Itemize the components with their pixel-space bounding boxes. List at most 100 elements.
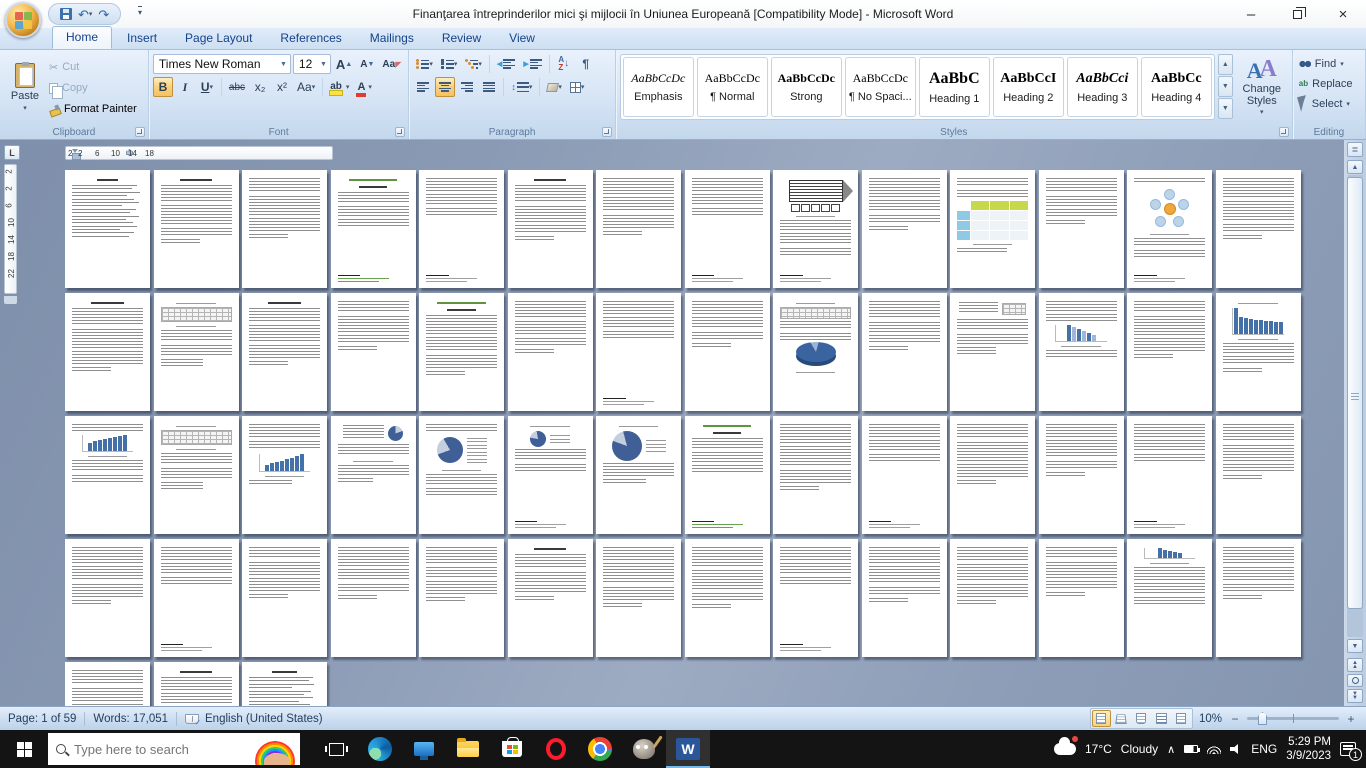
page-thumbnail-38[interactable]: [861, 416, 947, 534]
fullscreen-reading-view-button[interactable]: [1112, 710, 1131, 727]
page-thumbnail-14[interactable]: [1215, 170, 1301, 288]
zoom-level[interactable]: 10%: [1199, 713, 1222, 725]
justify-button[interactable]: [479, 77, 499, 97]
font-name-combo[interactable]: Times New Roman ▼: [152, 54, 291, 74]
clear-formatting-button[interactable]: Aa ◤: [379, 54, 404, 74]
borders-button[interactable]: ▾: [567, 77, 588, 97]
italic-button[interactable]: I: [175, 77, 195, 97]
page-thumbnail-57[interactable]: [65, 662, 150, 706]
taskbar-opera[interactable]: [534, 730, 578, 768]
style-strong[interactable]: AaBbCcDc Strong: [770, 57, 842, 117]
paragraph-dialog-launcher[interactable]: [601, 127, 612, 137]
style-emphasis[interactable]: AaBbCcDc Emphasis: [622, 57, 694, 117]
vertical-ruler[interactable]: 2 2 6 10 14 18 22: [4, 164, 17, 294]
cut-button[interactable]: ✂ Cut: [46, 58, 140, 76]
taskbar-search[interactable]: [48, 733, 300, 765]
page-thumbnail-2[interactable]: [153, 170, 239, 288]
strikethrough-button[interactable]: abc: [226, 77, 248, 97]
page-thumbnail-47[interactable]: [419, 539, 504, 657]
align-center-button[interactable]: [435, 77, 456, 97]
wifi-icon[interactable]: [1207, 744, 1222, 754]
redo-button[interactable]: ↷: [97, 7, 110, 22]
styles-dialog-launcher[interactable]: [1278, 127, 1289, 137]
page-indicator[interactable]: Page: 1 of 59: [8, 713, 76, 725]
page-thumbnail-19[interactable]: [419, 293, 504, 411]
page-thumbnail-9[interactable]: [773, 170, 858, 288]
page-thumbnail-35[interactable]: [596, 416, 681, 534]
page-thumbnail-49[interactable]: [596, 539, 681, 657]
horizontal-ruler[interactable]: 2 2 6 10 14 18: [65, 146, 333, 160]
tab-view[interactable]: View: [496, 28, 548, 49]
next-page-button[interactable]: ▼ ▼: [1347, 689, 1363, 703]
decrease-indent-button[interactable]: ◀: [494, 54, 518, 74]
taskbar-file-explorer[interactable]: [446, 730, 490, 768]
taskbar-gimp[interactable]: [622, 730, 666, 768]
numbering-button[interactable]: ▾: [438, 54, 461, 74]
replace-button[interactable]: ab Replace: [1297, 75, 1361, 92]
ruler-toggle-button[interactable]: ≣: [1347, 142, 1363, 157]
page-thumbnail-40[interactable]: [1038, 416, 1124, 534]
battery-icon[interactable]: [1184, 745, 1201, 753]
scrollbar-thumb[interactable]: [1347, 177, 1363, 609]
taskbar-chrome[interactable]: [578, 730, 622, 768]
page-thumbnail-44[interactable]: [153, 539, 239, 657]
page-thumbnail-59[interactable]: [242, 662, 327, 706]
styles-more-button[interactable]: ▼: [1217, 98, 1233, 119]
zoom-slider-thumb[interactable]: [1258, 712, 1267, 725]
style--normal[interactable]: AaBbCcDc ¶ Normal: [696, 57, 768, 117]
page-thumbnail-18[interactable]: [330, 293, 416, 411]
outline-view-button[interactable]: [1152, 710, 1171, 727]
language-indicator[interactable]: English (United States): [205, 713, 323, 725]
increase-indent-button[interactable]: ▶: [520, 54, 544, 74]
page-thumbnail-42[interactable]: [1215, 416, 1301, 534]
page-thumbnail-4[interactable]: [330, 170, 416, 288]
page-thumbnail-41[interactable]: [1127, 416, 1212, 534]
shrink-font-button[interactable]: A ▼: [357, 54, 377, 74]
underline-button[interactable]: U ▾: [197, 77, 217, 97]
page-thumbnail-54[interactable]: [1038, 539, 1124, 657]
language-badge[interactable]: ENG: [1251, 742, 1277, 756]
weather-icon[interactable]: [1053, 736, 1078, 755]
page-thumbnail-7[interactable]: [596, 170, 681, 288]
page-thumbnail-27[interactable]: [1127, 293, 1212, 411]
volume-icon[interactable]: [1230, 744, 1242, 754]
sort-button[interactable]: A Z ↓: [554, 54, 574, 74]
print-layout-view-button[interactable]: [1091, 710, 1111, 727]
page-thumbnail-52[interactable]: [861, 539, 947, 657]
shading-button[interactable]: ▾: [544, 77, 565, 97]
styles-scroll-down-button[interactable]: ▼: [1217, 76, 1233, 97]
tab-mailings[interactable]: Mailings: [357, 28, 427, 49]
font-color-button[interactable]: A ▾: [354, 77, 374, 97]
select-button[interactable]: Select ▾: [1297, 95, 1361, 112]
page-thumbnail-39[interactable]: [950, 416, 1035, 534]
page-thumbnail-28[interactable]: [1215, 293, 1301, 411]
page-thumbnail-46[interactable]: [330, 539, 416, 657]
multilevel-list-button[interactable]: ▾: [462, 54, 485, 74]
bullets-button[interactable]: ▾: [413, 54, 436, 74]
zoom-in-button[interactable]: +: [1344, 712, 1358, 726]
restore-button[interactable]: [1274, 0, 1320, 28]
tab-review[interactable]: Review: [429, 28, 494, 49]
page-thumbnail-24[interactable]: [861, 293, 947, 411]
page-thumbnail-12[interactable]: [1038, 170, 1124, 288]
page-thumbnail-15[interactable]: [65, 293, 150, 411]
line-spacing-button[interactable]: ↕ ▾: [508, 77, 535, 97]
font-size-combo[interactable]: 12 ▼: [292, 54, 331, 74]
proofing-icon[interactable]: [185, 713, 201, 727]
notification-icon[interactable]: 1: [1340, 742, 1362, 761]
taskbar-word[interactable]: W: [666, 730, 710, 768]
previous-page-button[interactable]: ▲ ▲: [1347, 658, 1363, 672]
page-thumbnail-20[interactable]: [507, 293, 593, 411]
tab-selector-button[interactable]: L: [4, 145, 20, 160]
align-right-button[interactable]: [457, 77, 477, 97]
page-thumbnail-17[interactable]: [242, 293, 327, 411]
page-thumbnail-5[interactable]: [419, 170, 504, 288]
start-button[interactable]: [0, 730, 48, 768]
style--no-spaci-[interactable]: AaBbCcDc ¶ No Spaci...: [844, 57, 916, 117]
page-thumbnail-51[interactable]: [773, 539, 858, 657]
page-thumbnail-25[interactable]: [950, 293, 1035, 411]
draft-view-button[interactable]: [1172, 710, 1191, 727]
page-thumbnail-55[interactable]: [1127, 539, 1212, 657]
style-heading-3[interactable]: AaBbCci Heading 3: [1066, 57, 1138, 117]
zoom-out-button[interactable]: −: [1228, 712, 1242, 726]
